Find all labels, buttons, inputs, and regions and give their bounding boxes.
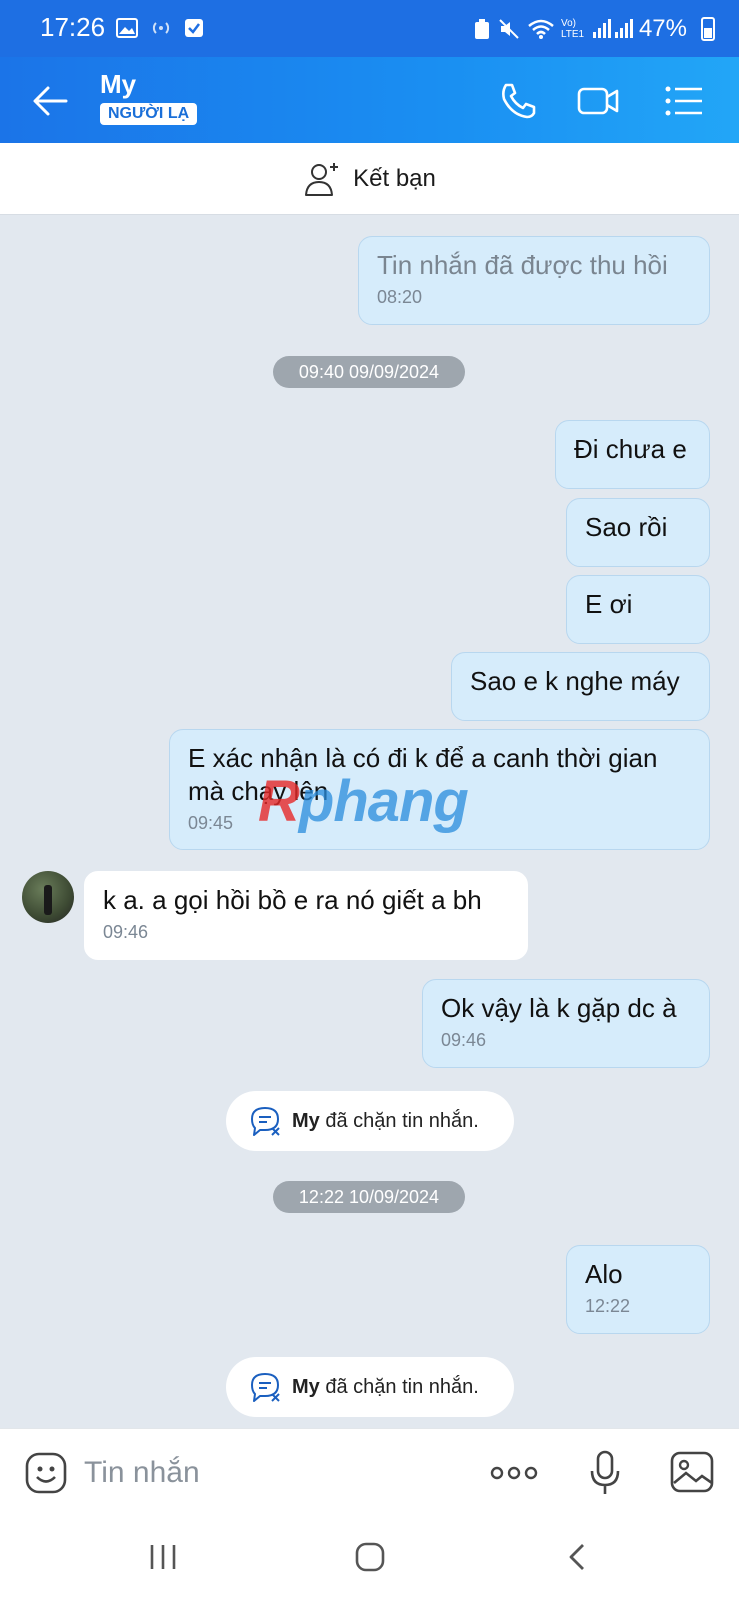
status-notification-icons <box>116 17 204 39</box>
message-bubble-out[interactable]: Đi chưa e <box>555 420 710 489</box>
hotspot-icon <box>152 22 170 34</box>
back-button-icon[interactable] <box>566 1542 588 1572</box>
back-arrow-icon[interactable] <box>30 83 70 119</box>
date-separator: 09:40 09/09/2024 <box>273 356 465 388</box>
message-text: Sao rồi <box>585 512 668 542</box>
video-call-icon[interactable] <box>576 79 620 123</box>
chat-header: My NGƯỜI LẠ <box>0 57 739 143</box>
message-bubble-out[interactable]: Sao e k nghe máy <box>451 652 710 721</box>
chat-blocked-icon <box>251 1373 280 1402</box>
chat-blocked-icon <box>251 1107 280 1136</box>
menu-list-icon[interactable] <box>662 79 706 123</box>
lte-label: Vo) LTE1 <box>560 18 585 40</box>
status-system-icons: Vo) LTE1 47% <box>473 15 687 43</box>
blocked-message: đã chặn tin nhắn. <box>325 1375 479 1398</box>
battery-icon <box>701 17 715 41</box>
message-text: Sao e k nghe máy <box>470 666 680 696</box>
status-time: 17:26 <box>40 12 106 42</box>
mute-icon <box>499 19 519 39</box>
blocked-text: My đã chặn tin nhắn. <box>292 1376 479 1399</box>
message-text: Ok vậy là k gặp dc à <box>441 993 677 1023</box>
contact-name: My <box>100 69 137 99</box>
checkbox-icon <box>185 19 203 37</box>
message-text: Đi chưa e <box>574 434 687 464</box>
message-text: k a. a gọi hồi bồ e ra nó giết a bh <box>103 885 482 915</box>
message-input-bar: Tin nhắn <box>0 1428 739 1516</box>
add-friend-icon <box>305 162 339 196</box>
battery-percent: 47% <box>638 15 687 42</box>
blocked-notice: My đã chặn tin nhắn. <box>226 1357 514 1417</box>
status-bar: 17:26 Vo) LTE1 47% <box>0 0 739 57</box>
message-time: 09:46 <box>441 1030 487 1050</box>
more-options-icon[interactable] <box>490 1459 538 1487</box>
signal-icon <box>592 19 633 38</box>
home-button-icon[interactable] <box>354 1542 386 1572</box>
add-friend-button[interactable]: Kết bạn <box>0 143 739 215</box>
message-bubble-in[interactable]: k a. a gọi hồi bồ e ra nó giết a bh 09:4… <box>84 871 528 960</box>
message-bubble-out[interactable]: Alo 12:22 <box>566 1245 710 1334</box>
wifi-icon <box>528 19 554 39</box>
phone-call-icon[interactable] <box>496 79 540 123</box>
contact-avatar[interactable] <box>22 871 74 923</box>
message-bubble-out[interactable]: Ok vậy là k gặp dc à 09:46 <box>422 979 710 1068</box>
image-gallery-icon[interactable] <box>670 1451 714 1493</box>
message-time: 12:22 <box>585 1296 631 1316</box>
watermark-logo: Rphang <box>258 769 469 834</box>
contact-info[interactable]: My NGƯỜI LẠ <box>100 69 198 125</box>
message-input[interactable]: Tin nhắn <box>84 1456 200 1490</box>
blocked-by-name: My <box>292 1109 320 1132</box>
date-separator: 12:22 10/09/2024 <box>273 1181 465 1213</box>
message-time: 08:20 <box>377 287 423 307</box>
microphone-icon[interactable] <box>588 1449 622 1497</box>
stranger-badge: NGƯỜI LẠ <box>100 103 198 125</box>
message-text: E ơi <box>585 589 633 619</box>
message-bubble-out[interactable]: Sao rồi <box>566 498 710 567</box>
system-nav-bar <box>0 1516 739 1600</box>
recent-apps-icon[interactable] <box>148 1542 178 1572</box>
message-text: Alo <box>585 1259 623 1289</box>
message-bubble-out[interactable]: E ơi <box>566 575 710 644</box>
gallery-icon <box>116 18 138 38</box>
message-bubble-out[interactable]: Tin nhắn đã được thu hồi 08:20 <box>358 236 710 325</box>
blocked-by-name: My <box>292 1375 320 1398</box>
emoji-sticker-icon[interactable] <box>24 1451 68 1495</box>
blocked-notice: My đã chặn tin nhắn. <box>226 1091 514 1151</box>
message-time: 09:46 <box>103 922 149 942</box>
blocked-text: My đã chặn tin nhắn. <box>292 1110 479 1133</box>
message-text: Tin nhắn đã được thu hồi <box>377 250 668 280</box>
add-friend-label: Kết bạn <box>353 164 436 192</box>
recycle-icon <box>474 19 489 39</box>
blocked-message: đã chặn tin nhắn. <box>325 1109 479 1132</box>
